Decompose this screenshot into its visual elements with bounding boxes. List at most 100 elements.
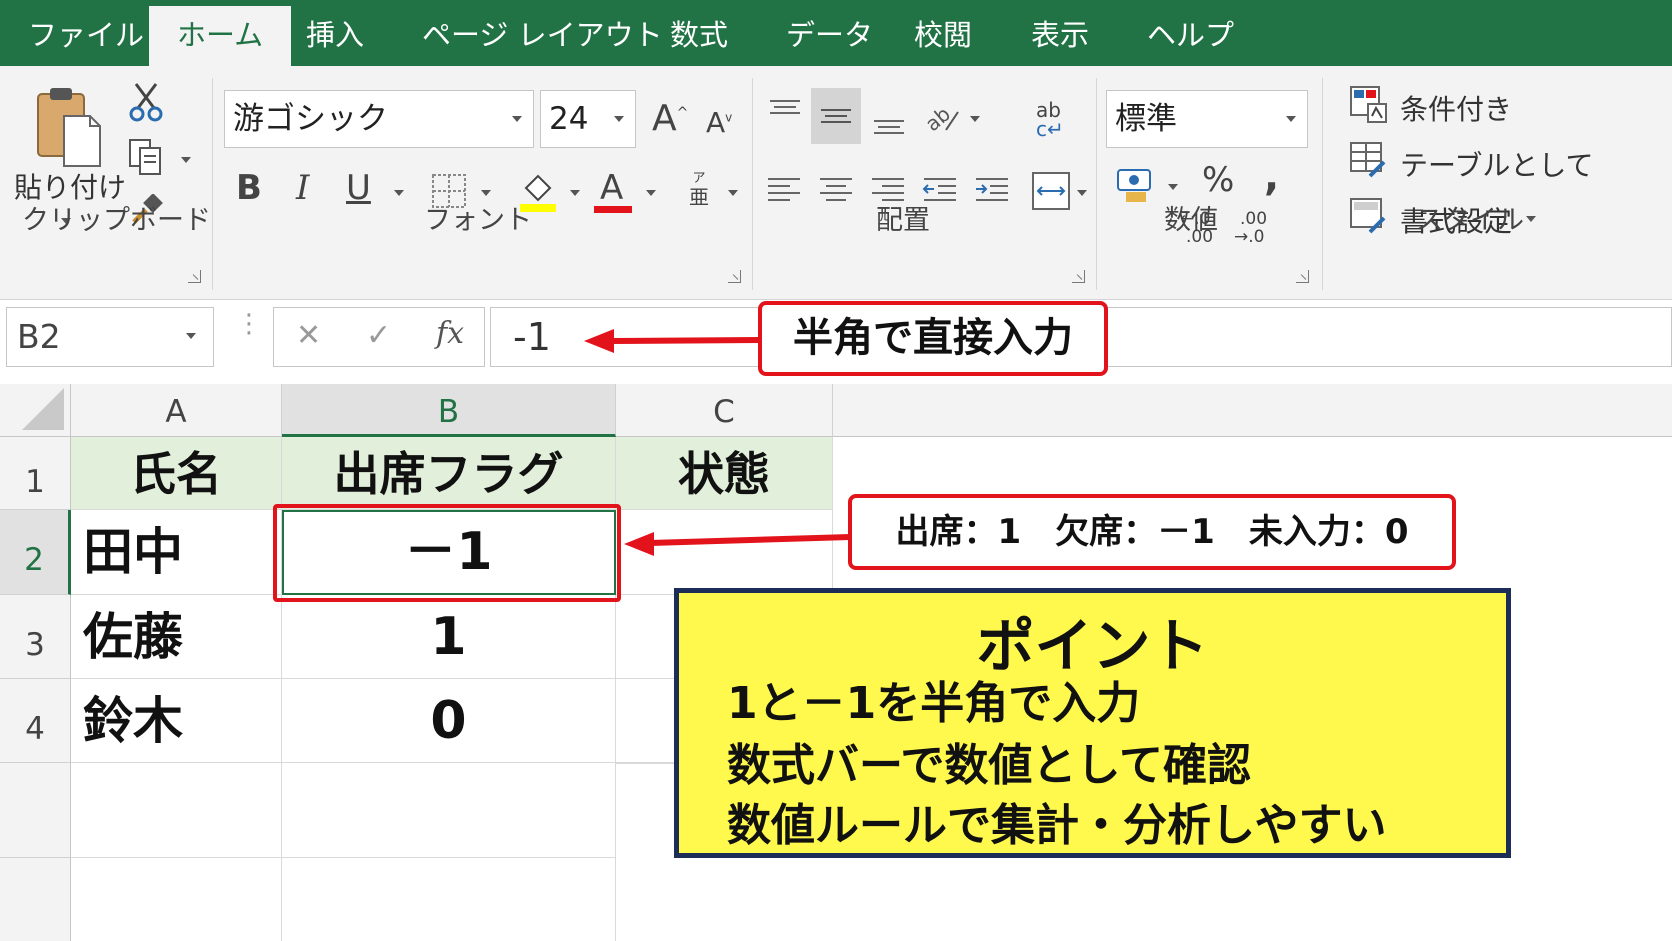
cell-styles-caret[interactable] [1526,216,1536,222]
tab-page-layout[interactable]: ページ レイアウト [422,0,663,66]
merge-center-icon[interactable] [1032,172,1070,214]
row-header-6[interactable] [0,858,71,941]
row-header-4[interactable]: 4 [0,679,71,763]
orientation-icon[interactable]: ab [920,100,962,140]
conditional-formatting-icon[interactable] [1350,86,1388,128]
number-format-caret[interactable] [1286,116,1296,122]
number-group-label: 数値 [1164,205,1218,236]
format-as-table-icon[interactable] [1350,142,1388,184]
cell-c1[interactable]: 状態 [616,437,833,510]
point-box: ポイント 1と－1を半角で入力 数式バーで数値として確認 数値ルールで集計・分析… [674,588,1511,858]
italic-icon[interactable]: I [296,168,309,208]
borders-caret[interactable] [481,190,491,196]
tab-formulas[interactable]: 数式 [670,0,728,66]
row-header-3[interactable]: 3 [0,595,71,679]
cell-a5[interactable] [71,763,282,858]
font-launcher-icon[interactable] [728,270,741,283]
cell-b3[interactable]: 1 [282,595,616,679]
font-name-value: 游ゴシック [233,101,388,137]
underline-icon[interactable]: U [346,168,371,208]
clipboard-icon [37,88,101,167]
cell-a1[interactable]: 氏名 [71,437,282,510]
cell-styles-icon[interactable] [1350,198,1388,240]
align-center-icon[interactable] [818,174,854,212]
copy-dropdown-caret[interactable] [181,157,191,163]
formula-bar-grip-icon[interactable]: ⋮ [236,311,262,337]
alignment-launcher-icon[interactable] [1072,270,1085,283]
clipboard-group-label: クリップボード [22,205,211,236]
row-header-1[interactable]: 1 [0,437,71,510]
group-separator [752,78,753,290]
conditional-formatting-label[interactable]: 条件付き [1400,88,1512,128]
clipboard-launcher-icon[interactable] [188,270,201,283]
select-all-button[interactable] [0,384,71,437]
orientation-caret[interactable] [970,116,980,122]
tab-insert[interactable]: 挿入 [306,0,364,66]
align-middle-icon[interactable] [811,88,861,144]
svg-text:ab: ab [924,102,955,136]
merge-caret[interactable] [1077,190,1087,196]
cell-b4[interactable]: 0 [282,679,616,763]
insert-function-icon[interactable]: fx [436,316,464,351]
tab-file[interactable]: ファイル [28,0,144,66]
currency-caret[interactable] [1168,184,1178,190]
comma-style-icon[interactable]: , [1264,154,1279,200]
column-header-a[interactable]: A [71,384,282,437]
formula-value: -1 [513,315,551,359]
styles-group-label: スタイル [1416,205,1524,236]
increase-indent-icon[interactable] [974,174,1010,212]
column-header-c[interactable]: C [616,384,833,437]
fill-color-caret[interactable] [570,190,580,196]
copy-icon[interactable] [128,138,164,180]
tab-help[interactable]: ヘルプ [1147,0,1234,66]
tab-home[interactable]: ホーム [149,6,292,66]
paste-button[interactable] [34,86,104,172]
align-top-icon[interactable] [768,98,802,128]
currency-icon[interactable] [1116,168,1156,208]
percent-icon[interactable]: % [1202,160,1234,200]
menu-tab-bar: ファイル ホーム 挿入 ページ レイアウト 数式 データ 校閲 表示 ヘルプ [0,0,1672,66]
cancel-entry-icon[interactable]: ✕ [296,318,321,353]
point-line-2: 数式バーで数値として確認 [727,740,1252,791]
bold-icon[interactable]: B [236,168,262,208]
cell-a3[interactable]: 佐藤 [71,595,282,679]
selected-cell-highlight [273,504,621,602]
row-header-2[interactable]: 2 [0,510,71,595]
font-name-caret[interactable] [512,116,522,122]
formula-bar-buttons: ✕ ✓ fx [273,307,485,367]
column-header-empty [833,384,1672,437]
decrease-decimal-icon[interactable]: .00 →.0 [1234,210,1267,246]
wrap-text-icon[interactable]: ab c↵ [1036,100,1068,139]
tab-review[interactable]: 校閲 [914,0,972,66]
cell-b6[interactable] [282,858,616,941]
name-box-caret[interactable] [186,333,196,339]
font-name-combo[interactable]: 游ゴシック [224,90,534,148]
row-header-5[interactable] [0,763,71,858]
font-size-value: 24 [549,101,589,137]
column-header-b[interactable]: B [282,384,616,437]
cell-b1[interactable]: 出席フラグ [282,437,616,510]
number-launcher-icon[interactable] [1296,270,1309,283]
name-box-value: B2 [17,317,61,356]
number-format-combo[interactable]: 標準 [1106,90,1308,148]
cell-a6[interactable] [71,858,282,941]
tab-view[interactable]: 表示 [1031,0,1089,66]
phonetic-caret[interactable] [728,190,738,196]
phonetic-guide-icon[interactable]: ア 亜 [686,172,712,209]
underline-caret[interactable] [394,190,404,196]
number-format-value: 標準 [1115,101,1177,137]
align-left-icon[interactable] [766,174,802,212]
font-size-caret[interactable] [614,116,624,122]
font-color-caret[interactable] [646,190,656,196]
confirm-entry-icon[interactable]: ✓ [366,318,391,353]
tab-data[interactable]: データ [786,0,873,66]
cell-b5[interactable] [282,763,616,858]
name-box[interactable]: B2 [6,307,214,367]
cell-a2[interactable]: 田中 [71,510,282,595]
cell-a4[interactable]: 鈴木 [71,679,282,763]
grow-font-icon[interactable]: A^ [652,98,688,139]
cut-icon[interactable] [128,82,164,126]
format-as-table-label[interactable]: テーブルとして [1400,144,1593,184]
shrink-font-icon[interactable]: Av [706,106,732,139]
align-bottom-icon[interactable] [872,112,906,142]
